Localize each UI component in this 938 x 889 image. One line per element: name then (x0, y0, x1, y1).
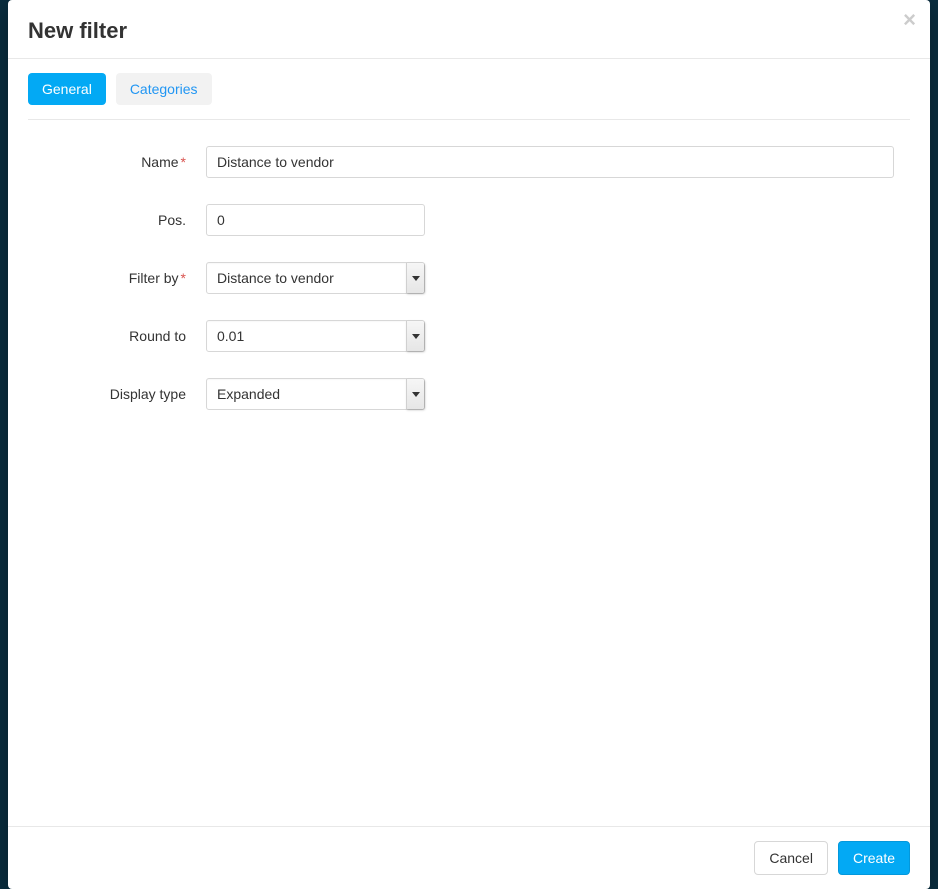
create-button[interactable]: Create (838, 841, 910, 875)
label-filter-by-text: Filter by (129, 270, 179, 286)
label-round-to: Round to (28, 328, 206, 344)
form-area: Name* Pos. Filter by* Distance to vendor (28, 120, 910, 410)
modal-header: New filter × (8, 0, 930, 59)
name-input[interactable] (206, 146, 894, 178)
pos-input[interactable] (206, 204, 425, 236)
row-name: Name* (28, 146, 910, 178)
row-filter-by: Filter by* Distance to vendor (28, 262, 910, 294)
required-star: * (181, 154, 186, 170)
label-name-text: Name (141, 154, 178, 170)
label-pos: Pos. (28, 212, 206, 228)
display-type-display: Expanded (206, 378, 425, 410)
cancel-button[interactable]: Cancel (754, 841, 828, 875)
row-pos: Pos. (28, 204, 910, 236)
close-icon[interactable]: × (903, 12, 916, 28)
required-star: * (181, 270, 186, 286)
label-display-type: Display type (28, 386, 206, 402)
tab-general[interactable]: General (28, 73, 106, 105)
round-to-display: 0.01 (206, 320, 425, 352)
round-to-select[interactable]: 0.01 (206, 320, 425, 352)
tab-row: General Categories (28, 59, 910, 120)
filter-by-select[interactable]: Distance to vendor (206, 262, 425, 294)
tab-categories[interactable]: Categories (116, 73, 212, 105)
row-display-type: Display type Expanded (28, 378, 910, 410)
label-name: Name* (28, 154, 206, 170)
label-round-to-text: Round to (129, 328, 186, 344)
row-round-to: Round to 0.01 (28, 320, 910, 352)
modal-title: New filter (28, 18, 127, 44)
label-filter-by: Filter by* (28, 270, 206, 286)
new-filter-modal: New filter × General Categories Name* Po… (8, 0, 930, 889)
label-display-type-text: Display type (110, 386, 186, 402)
display-type-select[interactable]: Expanded (206, 378, 425, 410)
modal-body: General Categories Name* Pos. Filter by* (8, 59, 930, 826)
modal-footer: Cancel Create (8, 826, 930, 889)
filter-by-display: Distance to vendor (206, 262, 425, 294)
label-pos-text: Pos. (158, 212, 186, 228)
